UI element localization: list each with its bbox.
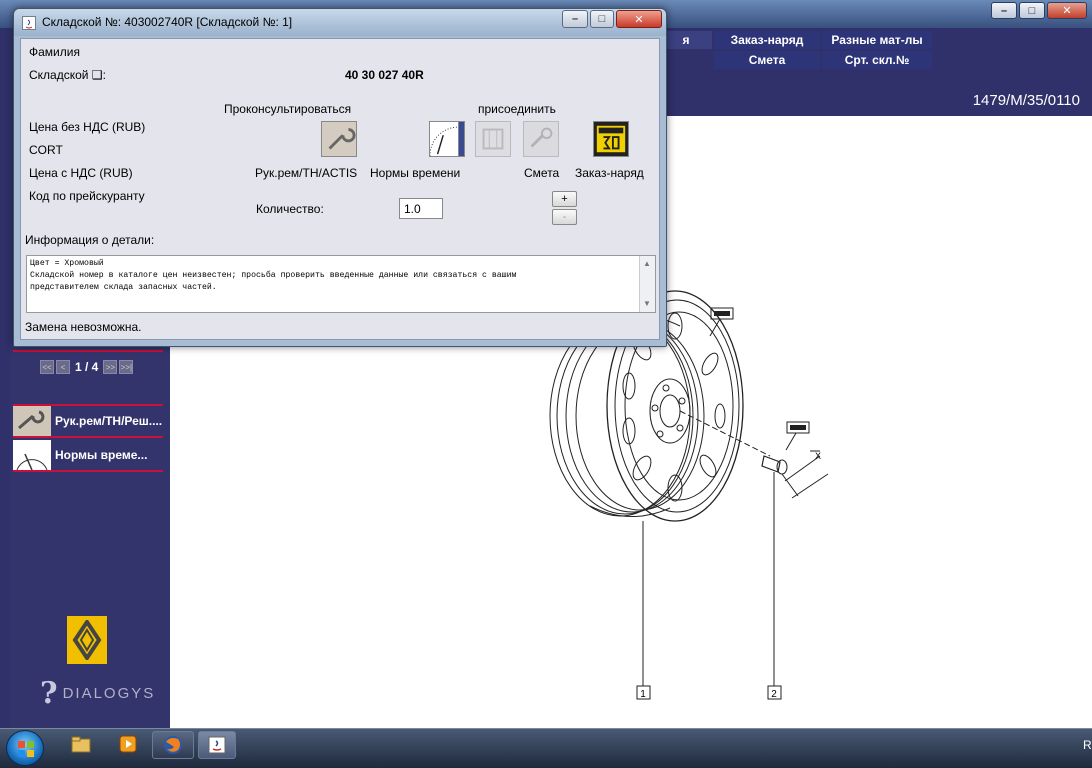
- repair-manual-label: Рук.рем/TH/ACTIS: [255, 166, 358, 180]
- price-excl-vat-label: Цена без НДС (RUB): [29, 120, 146, 134]
- dialog-close-button[interactable]: ✕: [616, 10, 662, 28]
- background-menu: я Заказ-наряд Разные мат-лы Смета Срт. с…: [660, 31, 932, 69]
- dialog-minimize-button[interactable]: –: [562, 10, 588, 28]
- taskbar-firefox-button[interactable]: [152, 731, 194, 759]
- pager-last-button[interactable]: >>|: [119, 360, 134, 374]
- price-incl-vat-label: Цена с НДС (RUB): [29, 166, 133, 180]
- dialogys-question-icon: ?: [40, 676, 60, 711]
- java-icon: [208, 736, 226, 754]
- pager-prev-button[interactable]: <: [56, 360, 70, 374]
- renault-diamond-icon: [72, 620, 102, 660]
- wrench-icon: [13, 406, 51, 436]
- time-norms-button[interactable]: [429, 121, 465, 157]
- part-info-scrollbar[interactable]: ▲ ▼: [639, 256, 655, 312]
- menu-warehouse-tab[interactable]: Срт. скл.№: [822, 51, 932, 69]
- attach-label: присоединить: [478, 102, 556, 116]
- menu-repair-order-tab[interactable]: Заказ-наряд: [714, 31, 820, 49]
- part-info-label: Информация о детали:: [25, 233, 155, 247]
- quantity-decrease-button[interactable]: -: [552, 209, 577, 225]
- taskbar-java-app-button[interactable]: [198, 731, 236, 759]
- taskbar-clock: R: [1083, 738, 1092, 752]
- cort-label: CORT: [29, 143, 63, 157]
- side-item-time-norms[interactable]: Нормы време...: [13, 440, 163, 472]
- side-item-label: Нормы време...: [55, 448, 148, 462]
- reference-code: 1479/M/35/0110: [972, 92, 1080, 109]
- quantity-increase-button[interactable]: +: [552, 191, 577, 207]
- pager-text: 1 / 4: [75, 360, 99, 374]
- dialog-content: Фамилия Складской ❑: 40 30 027 40R Проко…: [20, 38, 660, 340]
- firefox-icon: [164, 736, 182, 754]
- bg-minimize-button[interactable]: –: [991, 2, 1017, 19]
- side-item-label: Рук.рем/TH/Реш....: [55, 414, 163, 428]
- scroll-up-icon[interactable]: ▲: [643, 259, 651, 268]
- pager: << < 1 / 4 >> >>|: [40, 358, 134, 376]
- callout-1: 1: [640, 689, 646, 700]
- repair-order-label: Заказ-наряд: [575, 166, 644, 180]
- part-number-label: Складской ❑:: [29, 68, 106, 82]
- part-info-dialog: Складской №: 403002740R [Складской №: 1]…: [13, 8, 667, 347]
- dialog-title: Складской №: 403002740R [Складской №: 1]: [42, 15, 293, 29]
- renault-logo: [67, 616, 107, 664]
- clock-icon: [13, 440, 51, 470]
- dialogys-logo-text: DIALOGYS: [62, 685, 156, 702]
- windows-logo-icon: [18, 741, 34, 757]
- surname-label: Фамилия: [29, 45, 80, 59]
- bg-close-button[interactable]: ✕: [1047, 2, 1087, 19]
- part-info-textarea[interactable]: Цвет = Хромовый Складской номер в катало…: [26, 255, 656, 313]
- pager-next-button[interactable]: >>: [103, 360, 118, 374]
- menu-misc-materials-tab[interactable]: Разные мат-лы: [822, 31, 932, 49]
- dialog-maximize-button[interactable]: □: [590, 10, 614, 28]
- estimate-button[interactable]: [523, 121, 559, 157]
- scroll-down-icon[interactable]: ▼: [643, 299, 651, 308]
- quantity-input[interactable]: [399, 198, 443, 219]
- dialogys-logo: ? DIALOGYS: [40, 676, 155, 711]
- taskbar-media-player-icon[interactable]: [118, 734, 140, 754]
- start-button[interactable]: [6, 730, 44, 766]
- pager-first-button[interactable]: <<: [40, 360, 54, 374]
- time-norms-label: Нормы времени: [370, 166, 461, 180]
- part-info-text: Цвет = Хромовый Складской номер в катало…: [30, 259, 517, 292]
- quantity-label: Количество:: [256, 202, 324, 216]
- java-icon: [22, 16, 36, 30]
- repair-order-button[interactable]: [593, 121, 629, 157]
- consult-label: Проконсультироваться: [224, 102, 352, 116]
- estimate-label: Смета: [524, 166, 560, 180]
- side-item-repair-manual[interactable]: Рук.рем/TH/Реш....: [13, 406, 163, 438]
- callout-2: 2: [771, 689, 777, 700]
- left-panel-divider: [13, 350, 163, 352]
- dimension-x-label: X: [815, 451, 821, 461]
- attach-part-button[interactable]: [475, 121, 511, 157]
- bg-maximize-button[interactable]: □: [1019, 2, 1045, 19]
- status-text: Замена невозможна.: [25, 320, 142, 334]
- menu-partial-tab[interactable]: я: [660, 31, 712, 49]
- repair-manual-button[interactable]: [321, 121, 357, 157]
- part-number-value: 40 30 027 40R: [345, 68, 424, 82]
- menu-estimate-tab[interactable]: Смета: [714, 51, 820, 69]
- taskbar-explorer-icon[interactable]: [70, 734, 92, 754]
- price-list-code-label: Код по прейскуранту: [29, 189, 145, 203]
